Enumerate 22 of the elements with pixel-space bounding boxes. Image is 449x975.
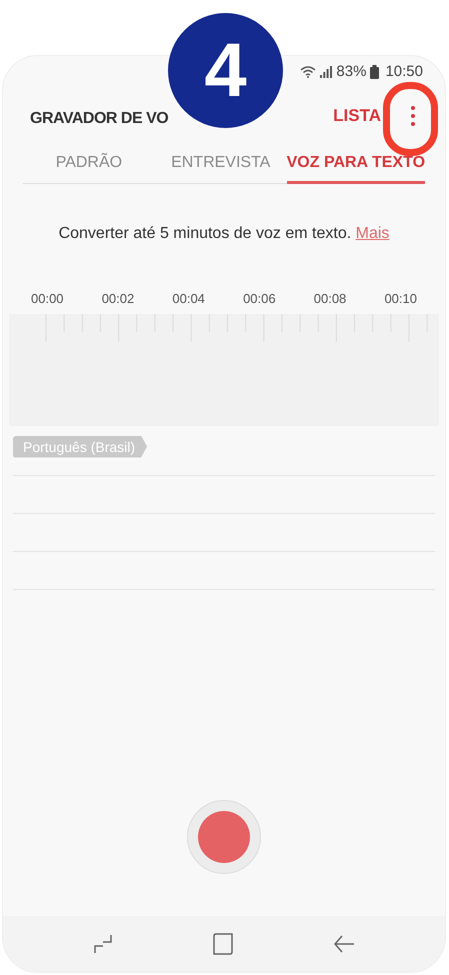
- clock: 10:50: [385, 62, 423, 82]
- time-label: 00:06: [243, 290, 276, 308]
- time-label: 00:04: [172, 290, 205, 308]
- signal-icon: [320, 66, 332, 78]
- tab[interactable]: PADRÃO: [23, 144, 155, 184]
- list-button[interactable]: LISTA: [333, 103, 381, 129]
- back-icon[interactable]: [333, 934, 356, 954]
- wifi-icon: [300, 66, 316, 78]
- time-label: 00:02: [102, 290, 134, 308]
- app-title: GRAVADOR DE VO: [30, 109, 168, 129]
- time-label: 00:08: [314, 290, 346, 308]
- recent-apps-icon[interactable]: [92, 934, 113, 954]
- tab[interactable]: VOZ PARA TEXTO: [286, 144, 426, 184]
- time-label: 00:00: [31, 290, 64, 308]
- time-label: 00:10: [384, 290, 417, 308]
- more-link[interactable]: Mais: [356, 225, 390, 242]
- tab[interactable]: ENTREVISTA: [154, 144, 287, 184]
- battery-icon: [370, 65, 380, 79]
- step-number-badge: 4: [168, 13, 283, 128]
- info-text: Converter até 5 minutos de voz em texto.: [58, 225, 352, 242]
- battery-percent: 83%: [336, 62, 366, 82]
- home-icon[interactable]: [212, 933, 234, 955]
